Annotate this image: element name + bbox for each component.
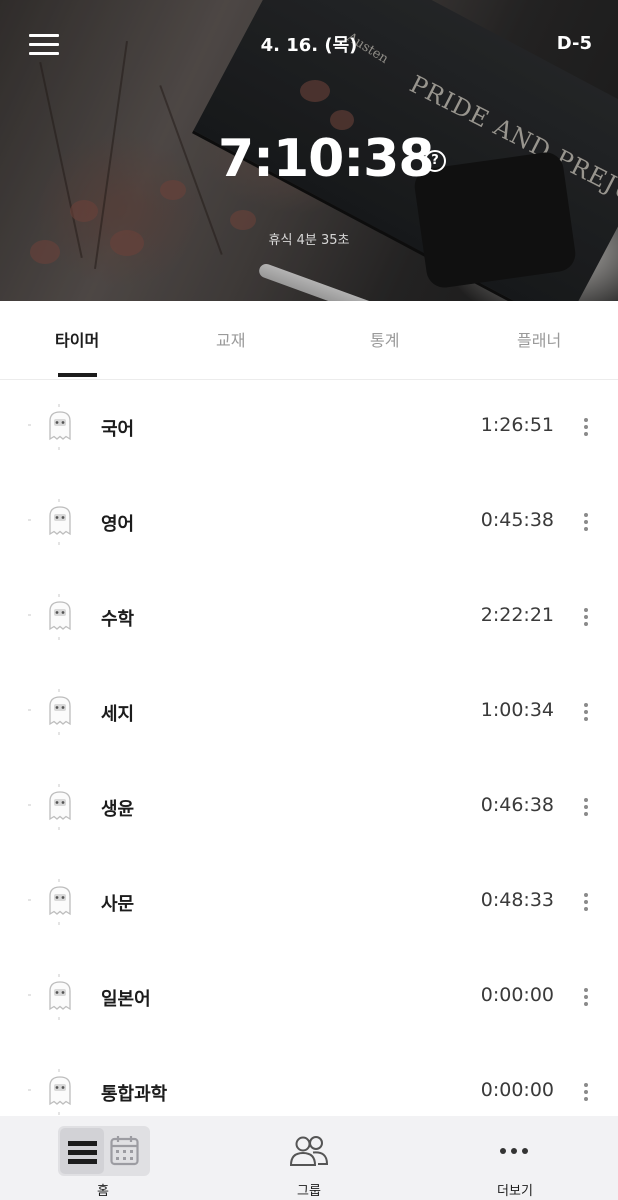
tab-timer[interactable]: 타이머 xyxy=(55,327,99,351)
nav-home-label[interactable]: 홈 xyxy=(88,1180,118,1199)
ghost-icon[interactable] xyxy=(43,693,77,727)
subject-time: 1:26:51 xyxy=(480,414,554,436)
subject-name: 사문 xyxy=(101,894,135,915)
ghost-icon[interactable] xyxy=(43,978,77,1012)
active-tab-indicator xyxy=(58,373,97,377)
kebab-icon[interactable] xyxy=(578,416,594,438)
help-icon[interactable]: ? xyxy=(424,150,446,172)
subject-name: 생윤 xyxy=(101,799,135,820)
people-icon[interactable] xyxy=(288,1134,330,1168)
kebab-icon[interactable] xyxy=(578,986,594,1008)
date-label: 4. 16. (목) xyxy=(260,35,358,56)
list-item[interactable]: 영어 0:45:38 xyxy=(0,475,618,570)
subject-name: 수학 xyxy=(101,609,135,630)
subject-time: 0:48:33 xyxy=(480,889,554,911)
subject-time: 0:46:38 xyxy=(480,794,554,816)
subject-time: 0:00:00 xyxy=(480,984,554,1006)
calendar-icon[interactable] xyxy=(110,1135,139,1166)
subject-name: 일본어 xyxy=(101,989,151,1010)
list-item[interactable]: 수학 2:22:21 xyxy=(0,570,618,665)
subject-list: 국어 1:26:51 영어 0:45:38 수학 2:22:21 세지 1:00… xyxy=(0,380,618,1140)
list-item[interactable]: 생윤 0:46:38 xyxy=(0,760,618,855)
kebab-icon[interactable] xyxy=(578,796,594,818)
list-item[interactable]: 세지 1:00:34 xyxy=(0,665,618,760)
ghost-icon[interactable] xyxy=(43,1073,77,1107)
subject-time: 0:45:38 xyxy=(480,509,554,531)
bottom-nav: 홈 그룹 더보기 xyxy=(0,1116,618,1200)
subject-time: 1:00:34 xyxy=(480,699,554,721)
kebab-icon[interactable] xyxy=(578,701,594,723)
ghost-icon[interactable] xyxy=(43,598,77,632)
kebab-icon[interactable] xyxy=(578,511,594,533)
subject-name: 영어 xyxy=(101,514,135,535)
header-hero: PRIDE AND PREJUDICE Austen 4. 16. (목) D-… xyxy=(0,0,618,301)
list-item[interactable]: 일본어 0:00:00 xyxy=(0,950,618,1045)
tab-textbook[interactable]: 교재 xyxy=(216,327,245,351)
tab-bar: 타이머 교재 통계 플래너 xyxy=(0,301,618,380)
more-dots-icon[interactable] xyxy=(500,1146,530,1156)
rest-time: 휴식 4분 35초 xyxy=(268,233,350,248)
ghost-icon[interactable] xyxy=(43,503,77,537)
nav-group-label[interactable]: 그룹 xyxy=(289,1180,329,1199)
subject-time: 2:22:21 xyxy=(480,604,554,626)
ghost-icon[interactable] xyxy=(43,408,77,442)
subject-name: 국어 xyxy=(101,419,135,440)
nav-more-label[interactable]: 더보기 xyxy=(490,1180,540,1199)
kebab-icon[interactable] xyxy=(578,606,594,628)
kebab-icon[interactable] xyxy=(578,1081,594,1103)
kebab-icon[interactable] xyxy=(578,891,594,913)
dday-badge[interactable]: D-5 xyxy=(557,33,592,54)
ghost-icon[interactable] xyxy=(43,788,77,822)
list-item[interactable]: 국어 1:26:51 xyxy=(0,380,618,475)
subject-name: 세지 xyxy=(101,704,135,725)
subject-name: 통합과학 xyxy=(101,1084,168,1105)
tab-stats[interactable]: 통계 xyxy=(370,327,399,351)
total-study-time: 7:10:38 xyxy=(218,129,434,189)
list-item[interactable]: 사문 0:48:33 xyxy=(0,855,618,950)
nav-home-button[interactable] xyxy=(58,1126,150,1176)
ghost-icon[interactable] xyxy=(43,883,77,917)
tab-planner[interactable]: 플래너 xyxy=(517,327,561,351)
subject-time: 0:00:00 xyxy=(480,1079,554,1101)
list-view-icon[interactable] xyxy=(60,1128,104,1174)
